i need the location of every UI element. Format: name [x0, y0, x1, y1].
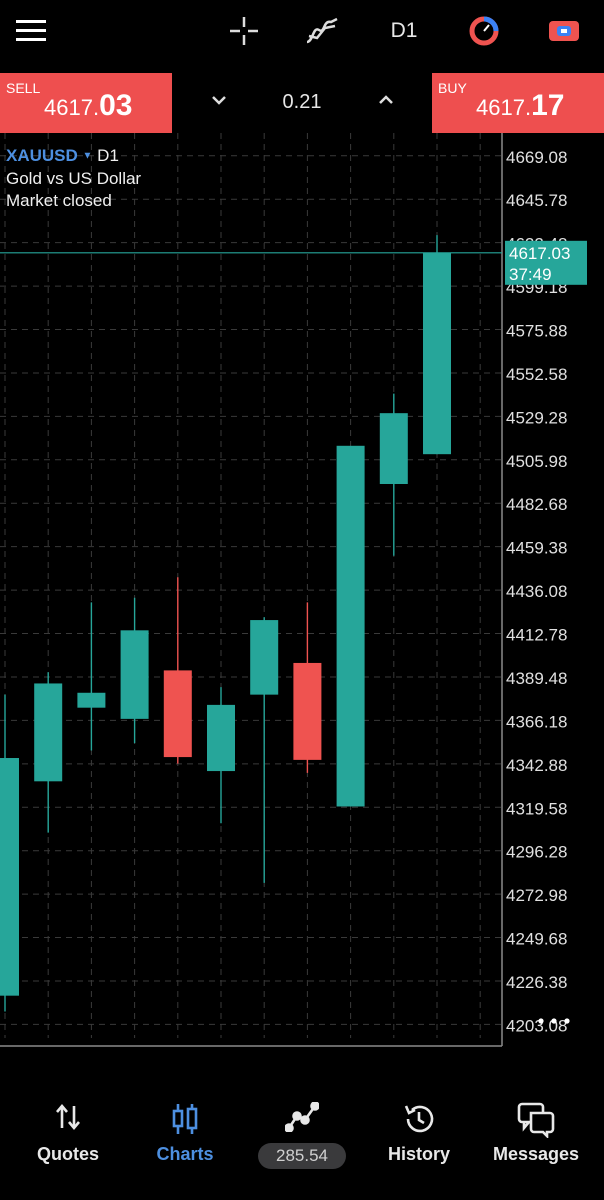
bar-countdown-label: 37:49	[509, 265, 552, 284]
hamburger-icon[interactable]	[10, 0, 52, 62]
symbol-ticker[interactable]: XAUUSD	[6, 146, 78, 165]
candle-body-bull	[423, 252, 451, 455]
y-axis-tick-label: 4552.58	[506, 365, 567, 384]
candle-body-bull	[0, 758, 19, 996]
history-icon	[359, 1102, 479, 1138]
candle-body-bull	[77, 692, 106, 708]
y-axis-tick-label: 4436.08	[506, 582, 567, 601]
candle-body-bear	[163, 670, 192, 758]
y-axis-tick-label: 4226.38	[506, 973, 567, 992]
candle-body-bear	[293, 662, 322, 760]
y-axis-tick-label: 4342.88	[506, 756, 567, 775]
nav-quotes-label: Quotes	[36, 1144, 99, 1164]
y-axis-tick-label: 4459.38	[506, 539, 567, 558]
y-axis-tick-label: 4296.28	[506, 843, 567, 862]
y-axis-tick-label: 4272.98	[506, 886, 567, 905]
nav-charts-label: Charts	[156, 1144, 214, 1164]
candle-body-bull	[336, 445, 365, 807]
timeframe-button[interactable]: D1	[382, 0, 426, 62]
balance-pill: 285.54	[258, 1143, 346, 1169]
candle-body-bull	[120, 630, 149, 719]
y-axis-tick-label: 4482.68	[506, 495, 567, 514]
indicator-wave-icon[interactable]	[302, 0, 342, 62]
nav-quotes[interactable]: Quotes	[8, 1090, 128, 1180]
candle-body-bull	[250, 620, 279, 695]
more-dots-icon	[564, 1018, 570, 1024]
timer-ring-icon[interactable]	[464, 0, 504, 62]
candle-body-bull	[34, 683, 63, 782]
spread-box: 0.21	[172, 73, 432, 133]
trade-chart-icon	[242, 1102, 362, 1138]
y-axis-tick-label: 4505.98	[506, 452, 567, 471]
candle-body-bull	[379, 413, 408, 485]
y-axis-tick-label: 4412.78	[506, 626, 567, 645]
y-axis-tick-label: 4645.78	[506, 191, 567, 210]
sell-button[interactable]: SELL 4617.03	[0, 73, 172, 133]
timeframe-label: D1	[390, 19, 418, 42]
buy-button[interactable]: BUY 4617.17	[432, 73, 604, 133]
nav-charts[interactable]: Charts	[125, 1090, 245, 1180]
y-axis-tick-label: 4203.08	[506, 1016, 567, 1035]
symbol-description: Gold vs US Dollar	[6, 168, 142, 188]
buy-label: BUY	[438, 80, 467, 96]
crosshair-icon[interactable]	[224, 0, 264, 62]
caret-down-icon[interactable]: ▼	[83, 151, 93, 162]
symbol-timeframe: D1	[97, 146, 119, 165]
sell-price: 4617.03	[44, 89, 133, 122]
nav-history[interactable]: History	[359, 1090, 479, 1180]
y-axis-tick-label: 4669.08	[506, 148, 567, 167]
y-axis-tick-label: 4249.68	[506, 930, 567, 949]
candle-body-bull	[207, 704, 235, 772]
symbol-info: XAUUSD ▼ D1 Gold vs US Dollar Market clo…	[6, 145, 141, 212]
buy-price: 4617.17	[476, 89, 565, 122]
one-click-trade-icon[interactable]	[544, 0, 584, 62]
messages-icon	[476, 1102, 596, 1138]
current-price-label: 4617.03	[509, 244, 570, 263]
y-axis-tick-label: 4319.58	[506, 799, 567, 818]
y-axis-tick-label: 4529.28	[506, 408, 567, 427]
chevron-up-icon[interactable]	[377, 91, 395, 109]
market-status: Market closed	[6, 190, 112, 210]
updown-arrows-icon	[8, 1102, 128, 1138]
price-chart[interactable]: 4669.084645.784622.484599.184575.884552.…	[0, 133, 604, 1048]
nav-messages-label: Messages	[492, 1144, 580, 1164]
trade-panel: SELL 4617.03 0.21 BUY 4617.17	[0, 73, 604, 133]
y-axis-tick-label: 4389.48	[506, 669, 567, 688]
nav-history-label: History	[387, 1144, 450, 1164]
bottom-navigation: Quotes Charts 285.54 History Messages	[0, 1090, 604, 1200]
y-axis-tick-label: 4366.18	[506, 712, 567, 731]
more-dots-icon	[551, 1018, 557, 1024]
candles-icon	[125, 1102, 245, 1138]
top-toolbar: D1	[0, 0, 604, 62]
nav-messages[interactable]: Messages	[476, 1090, 596, 1180]
more-dots-icon	[538, 1018, 544, 1024]
sell-label: SELL	[6, 80, 41, 96]
y-axis-tick-label: 4575.88	[506, 322, 567, 341]
